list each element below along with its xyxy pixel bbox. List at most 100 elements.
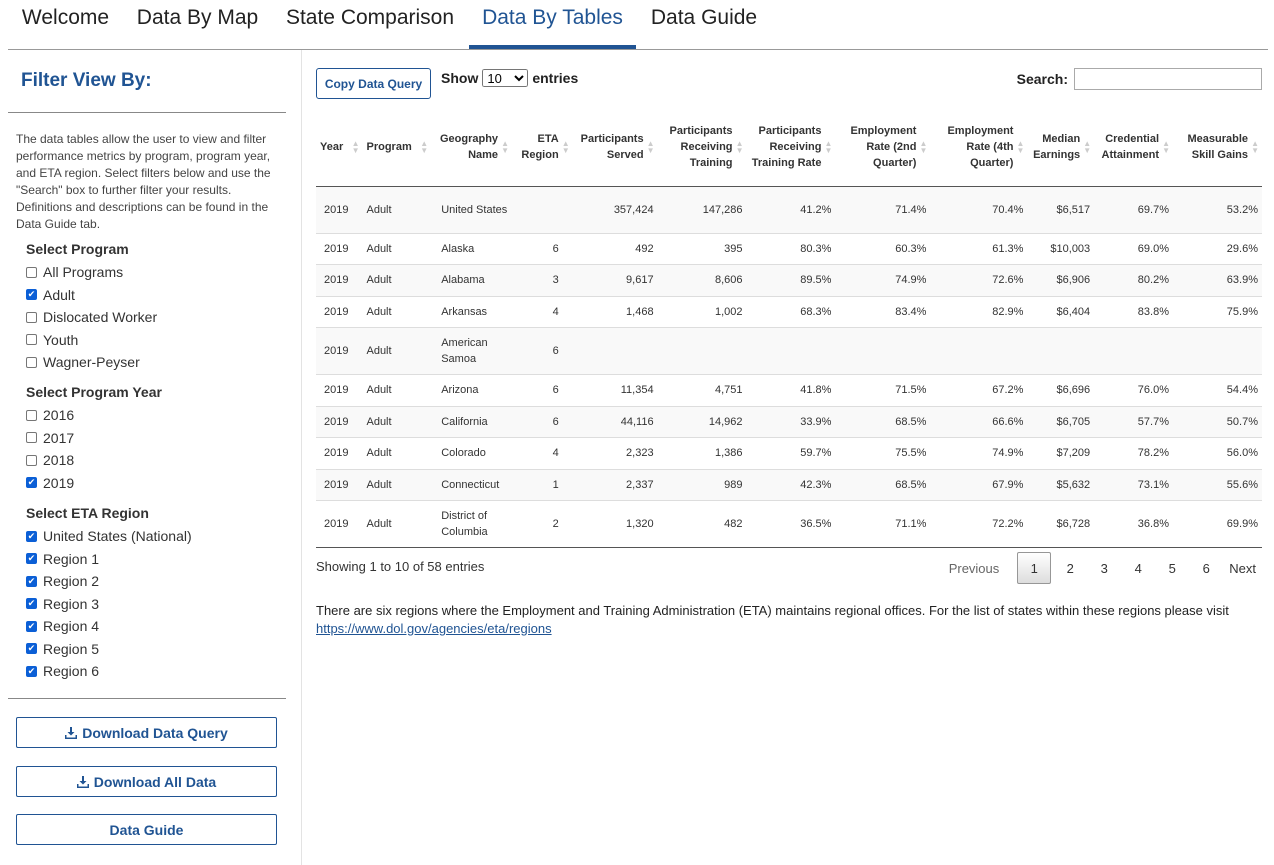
table-cell: Adult — [362, 374, 432, 406]
column-header[interactable]: Median Earnings ▲ ▼ — [1027, 108, 1095, 187]
copy-data-query-button[interactable]: Copy Data Query — [316, 68, 431, 99]
table-cell: 6 — [512, 232, 573, 265]
table-cell: 2019 — [316, 232, 363, 265]
table-cell: 71.1% — [835, 500, 931, 548]
column-header[interactable]: Measurable Skill Gains ▲ ▼ — [1173, 108, 1262, 187]
entries-select[interactable]: 10 — [482, 69, 529, 87]
column-header[interactable]: Employment Rate (4th Quarter) ▲ ▼ — [930, 108, 1028, 187]
checkbox-checked[interactable]: ✔ — [26, 289, 37, 300]
table-header-row: Year ▲ ▼ Program ▲ ▼ Geography Name ▲ ▼ ETA Regio… — [316, 108, 1262, 187]
page-button[interactable]: 4 — [1121, 552, 1155, 584]
page-button[interactable]: 6 — [1189, 552, 1223, 584]
sort-icon: ▲ ▼ — [561, 138, 570, 155]
search-input[interactable] — [1074, 68, 1262, 90]
tab-state-comparison[interactable]: State Comparison — [272, 0, 468, 49]
eta-region-option-label: Region 4 — [43, 618, 100, 634]
sort-icon: ▲ ▼ — [351, 138, 360, 155]
checkbox-checked[interactable]: ✔ — [26, 665, 37, 677]
table-cell: 75.5% — [835, 437, 931, 469]
regions-link[interactable]: https://www.dol.gov/agencies/eta/regions — [316, 621, 552, 636]
checkbox-checked[interactable]: ✔ — [26, 620, 37, 632]
page-button[interactable]: 1 — [1017, 552, 1052, 584]
tab-data-by-map[interactable]: Data By Map — [123, 0, 272, 49]
column-header[interactable]: Participants Receiving Training Rate ▲ ▼ — [746, 108, 836, 187]
checkbox-checked[interactable]: ✔ — [26, 553, 37, 564]
eta-region-option[interactable]: ✔ Region 3 — [26, 594, 99, 614]
column-header-label: Program — [366, 140, 412, 153]
program-option[interactable]: All Programs — [26, 262, 123, 282]
table-cell: 67.9% — [930, 468, 1028, 501]
column-header[interactable]: ETA Region ▲ ▼ — [512, 108, 573, 187]
program-year-option[interactable]: ✔ 2019 — [26, 473, 74, 493]
checkbox[interactable] — [26, 432, 37, 443]
eta-region-option[interactable]: ✔ Region 1 — [26, 549, 99, 569]
checkbox[interactable] — [26, 409, 37, 421]
program-option[interactable]: ✔ Adult — [26, 285, 75, 305]
program-option[interactable]: Wagner-Peyser — [26, 352, 140, 372]
table-cell: 989 — [657, 468, 747, 501]
table-cell: Adult — [362, 500, 432, 548]
page-button[interactable]: 2 — [1053, 552, 1087, 584]
table-cell: 14,962 — [657, 405, 747, 438]
program-option[interactable]: Dislocated Worker — [26, 307, 157, 327]
page-button[interactable]: 5 — [1155, 552, 1189, 584]
eta-region-option[interactable]: ✔ Region 5 — [26, 639, 99, 659]
eta-region-option[interactable]: ✔ Region 6 — [26, 661, 99, 681]
sort-icon: ▲ ▼ — [1162, 138, 1170, 155]
tab-data-by-tables[interactable]: Data By Tables — [469, 0, 636, 49]
program-year-option[interactable]: 2016 — [26, 405, 74, 425]
checkbox[interactable] — [26, 266, 37, 278]
checkbox-checked[interactable]: ✔ — [26, 643, 37, 654]
eta-region-option[interactable]: ✔ Region 4 — [26, 616, 99, 636]
table-cell: 59.7% — [746, 437, 836, 469]
eta-region-option[interactable]: ✔ United States (National) — [26, 526, 192, 546]
sort-icon: ▲ ▼ — [824, 138, 833, 155]
previous-page-button[interactable]: Previous — [943, 552, 1018, 584]
table-cell: Adult — [366, 203, 392, 216]
checkbox-checked[interactable]: ✔ — [26, 575, 37, 587]
table-cell: 1 — [512, 468, 573, 501]
table-cell: $6,705 — [1027, 405, 1095, 438]
column-header[interactable]: Participants Served ▲ ▼ — [572, 108, 658, 187]
download-data-query-button[interactable]: Download Data Query — [16, 717, 277, 748]
column-header[interactable]: Year ▲ ▼ — [316, 108, 363, 187]
checkbox-checked[interactable]: ✔ — [26, 477, 37, 488]
eta-region-option[interactable]: ✔ Region 2 — [26, 571, 99, 591]
table-cell — [746, 327, 836, 375]
checkbox-checked[interactable]: ✔ — [26, 598, 37, 609]
table-cell — [1027, 327, 1095, 375]
column-header[interactable]: Program ▲ ▼ — [362, 108, 432, 187]
column-header[interactable]: Participants Receiving Training ▲ ▼ — [657, 108, 747, 187]
data-guide-button[interactable]: Data Guide — [16, 814, 277, 845]
column-header[interactable]: Employment Rate (2nd Quarter) ▲ ▼ — [835, 108, 931, 187]
table-cell: 29.6% — [1173, 232, 1262, 265]
page-button[interactable]: 3 — [1087, 552, 1121, 584]
table-cell: $6,728 — [1027, 500, 1095, 548]
tab-data-guide[interactable]: Data Guide — [636, 0, 772, 49]
column-header-label: Employment Rate (4th Quarter) — [947, 124, 1014, 169]
checkbox[interactable] — [26, 311, 37, 323]
next-page-button[interactable]: Next — [1223, 552, 1262, 584]
table-cell: 76.0% — [1094, 374, 1173, 406]
program-option[interactable]: Youth — [26, 330, 78, 350]
download-all-data-button[interactable]: Download All Data — [16, 766, 277, 797]
column-header[interactable]: Geography Name ▲ ▼ — [431, 108, 513, 187]
column-header[interactable]: Credential Attainment ▲ ▼ — [1094, 108, 1173, 187]
checkbox-checked[interactable]: ✔ — [26, 530, 37, 542]
checkbox[interactable] — [26, 356, 37, 368]
download-icon — [65, 726, 78, 739]
table-cell: $6,696 — [1027, 374, 1095, 406]
table-cell: $7,209 — [1027, 437, 1095, 469]
search-label: Search: — [1016, 71, 1068, 87]
tab-welcome[interactable]: Welcome — [8, 0, 123, 49]
table-row: 2019 Adult California 6 44,116 14,962 33.9% 68.… — [316, 405, 1262, 438]
table-row: 2019 Adult Colorado 4 2,323 1,386 59.7% 75.5% 74… — [316, 437, 1262, 469]
table-cell — [1173, 327, 1262, 375]
program-year-option[interactable]: 2018 — [26, 450, 74, 470]
table-cell: Arkansas — [431, 295, 513, 328]
program-year-option-label: 2017 — [43, 429, 75, 446]
table-cell: 63.9% — [1173, 264, 1262, 296]
program-year-option[interactable]: 2017 — [26, 428, 74, 448]
checkbox[interactable] — [26, 334, 37, 345]
checkbox[interactable] — [26, 454, 37, 466]
